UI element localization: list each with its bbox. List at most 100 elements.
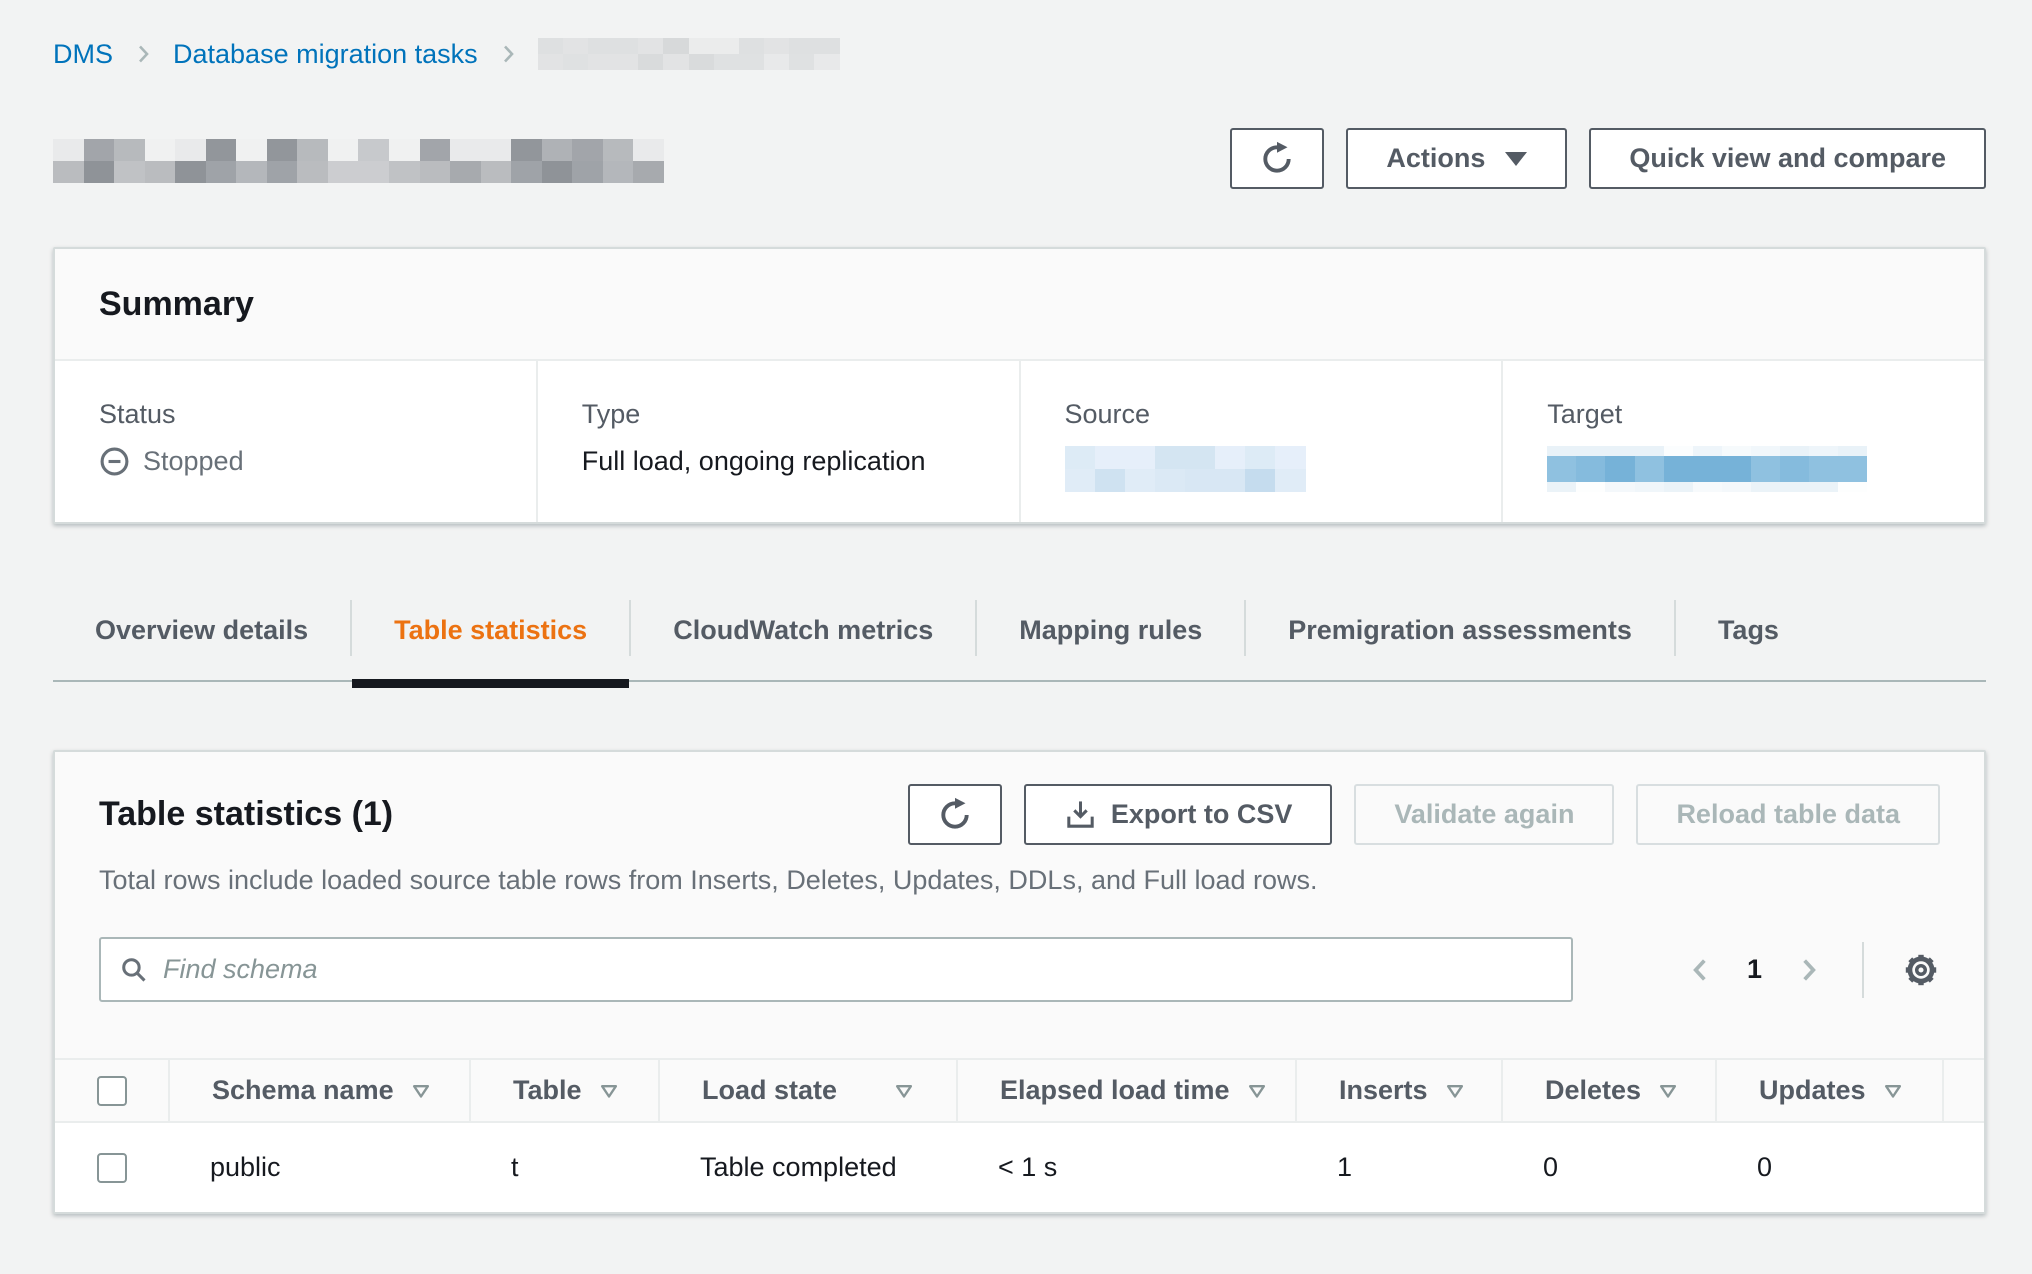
cell-ddls: 0: [1942, 1123, 1986, 1212]
source-label: Source: [1065, 399, 1472, 430]
find-schema-input[interactable]: [99, 937, 1573, 1002]
reload-table-data-button[interactable]: Reload table data: [1636, 784, 1940, 845]
gear-icon[interactable]: [1902, 951, 1940, 989]
tab-bar: Overview details Table statistics CloudW…: [53, 594, 1986, 682]
export-button-label: Export to CSV: [1111, 799, 1293, 830]
column-header-table[interactable]: Table: [469, 1060, 658, 1121]
tab-tags[interactable]: Tags: [1676, 594, 1821, 666]
column-label: Inserts: [1339, 1075, 1428, 1106]
tab-label: Mapping rules: [1019, 615, 1202, 646]
quick-view-and-compare-button[interactable]: Quick view and compare: [1589, 128, 1986, 189]
summary-panel: Summary Status Stopped Type Full load, o…: [53, 247, 1986, 524]
select-all-checkbox[interactable]: [97, 1076, 127, 1106]
pagination-divider: [1862, 942, 1864, 998]
table-statistics-description: Total rows include loaded source table r…: [55, 845, 1984, 899]
cell-schema-name: public: [168, 1123, 469, 1212]
summary-field-type: Type Full load, ongoing replication: [536, 361, 1019, 522]
target-value-redacted: [1547, 446, 1867, 492]
reload-button-label: Reload table data: [1676, 799, 1900, 830]
table-refresh-button[interactable]: [908, 784, 1002, 845]
validate-button-label: Validate again: [1394, 799, 1574, 830]
column-label: Updates: [1759, 1075, 1866, 1106]
search-icon: [117, 953, 150, 986]
table-statistics-panel: Table statistics (1) Export to CSV Valid…: [53, 750, 1986, 1214]
quick-view-button-label: Quick view and compare: [1629, 143, 1946, 174]
tab-label: Tags: [1718, 615, 1779, 646]
column-label: Deletes: [1545, 1075, 1641, 1106]
column-header-ddls[interactable]: DDLs: [1942, 1060, 1986, 1121]
table-header-row: Schema name Table Load state Elapsed loa…: [55, 1058, 1986, 1123]
download-icon: [1064, 798, 1097, 831]
row-checkbox[interactable]: [97, 1153, 127, 1183]
tab-label: Table statistics: [394, 615, 587, 646]
column-label: Schema name: [212, 1075, 394, 1106]
sort-triangle-icon[interactable]: [410, 1080, 432, 1102]
circle-minus-icon: [99, 446, 130, 477]
cell-load-state: Table completed: [658, 1123, 956, 1212]
sort-triangle-icon[interactable]: [1657, 1080, 1679, 1102]
cell-table: t: [469, 1123, 658, 1212]
previous-page-button[interactable]: [1685, 954, 1717, 986]
pagination: 1: [1685, 942, 1940, 998]
breadcrumb-link-tasks[interactable]: Database migration tasks: [173, 39, 478, 70]
type-value: Full load, ongoing replication: [582, 446, 989, 477]
page-title-redacted: [53, 139, 664, 183]
tab-mapping-rules[interactable]: Mapping rules: [977, 594, 1244, 666]
page: DMS Database migration tasks Actions Qui…: [0, 36, 1986, 1214]
export-to-csv-button[interactable]: Export to CSV: [1024, 784, 1333, 845]
sort-triangle-icon[interactable]: [1882, 1080, 1904, 1102]
sort-triangle-icon[interactable]: [1444, 1080, 1466, 1102]
target-label: Target: [1547, 399, 1954, 430]
column-label: Table: [513, 1075, 582, 1106]
type-label: Type: [582, 399, 989, 430]
chevron-left-icon: [1685, 954, 1717, 986]
status-value: Stopped: [143, 446, 244, 477]
table-statistics-table: Schema name Table Load state Elapsed loa…: [55, 1058, 1986, 1212]
tab-overview-details[interactable]: Overview details: [53, 594, 350, 666]
chevron-right-icon: [131, 42, 155, 66]
tab-cloudwatch-metrics[interactable]: CloudWatch metrics: [631, 594, 975, 666]
column-header-load-state[interactable]: Load state: [658, 1060, 956, 1121]
summary-title: Summary: [99, 285, 254, 324]
column-header-elapsed-load-time[interactable]: Elapsed load time: [956, 1060, 1295, 1121]
column-header-inserts[interactable]: Inserts: [1295, 1060, 1501, 1121]
tab-table-statistics[interactable]: Table statistics: [352, 594, 629, 666]
column-header-deletes[interactable]: Deletes: [1501, 1060, 1715, 1121]
actions-button[interactable]: Actions: [1346, 128, 1567, 189]
table-statistics-header: Table statistics (1) Export to CSV Valid…: [55, 752, 1984, 845]
tab-label: Overview details: [95, 615, 308, 646]
sort-triangle-icon[interactable]: [1246, 1080, 1268, 1102]
next-page-button[interactable]: [1792, 954, 1824, 986]
sort-triangle-icon[interactable]: [893, 1080, 915, 1102]
table-filter-row: 1: [55, 899, 1984, 1002]
current-page-number: 1: [1741, 954, 1768, 985]
chevron-right-icon: [1792, 954, 1824, 986]
tab-label: Premigration assessments: [1288, 615, 1632, 646]
refresh-icon: [937, 797, 973, 833]
summary-field-status: Status Stopped: [55, 361, 536, 522]
column-header-schema-name[interactable]: Schema name: [168, 1060, 469, 1121]
status-label: Status: [99, 399, 506, 430]
cell-deletes: 0: [1501, 1123, 1715, 1212]
breadcrumb-current-redacted: [538, 38, 840, 70]
cell-inserts: 1: [1295, 1123, 1501, 1212]
actions-button-label: Actions: [1386, 143, 1485, 174]
summary-field-source: Source: [1019, 361, 1502, 522]
validate-again-button[interactable]: Validate again: [1354, 784, 1614, 845]
tab-label: CloudWatch metrics: [673, 615, 933, 646]
column-header-updates[interactable]: Updates: [1715, 1060, 1942, 1121]
breadcrumb-link-dms[interactable]: DMS: [53, 39, 113, 70]
tab-premigration-assessments[interactable]: Premigration assessments: [1246, 594, 1674, 666]
summary-fields: Status Stopped Type Full load, ongoing r…: [55, 361, 1984, 522]
summary-panel-header: Summary: [55, 249, 1984, 361]
refresh-icon: [1259, 141, 1295, 177]
page-header: Actions Quick view and compare: [53, 128, 1986, 189]
column-label: Load state: [702, 1075, 837, 1106]
source-value-redacted: [1065, 446, 1306, 492]
caret-down-icon: [1505, 152, 1527, 166]
breadcrumb: DMS Database migration tasks: [53, 36, 1986, 72]
sort-triangle-icon[interactable]: [598, 1080, 620, 1102]
refresh-button[interactable]: [1230, 128, 1324, 189]
table-row[interactable]: public t Table completed < 1 s 1 0 0 0: [55, 1123, 1986, 1212]
cell-updates: 0: [1715, 1123, 1942, 1212]
